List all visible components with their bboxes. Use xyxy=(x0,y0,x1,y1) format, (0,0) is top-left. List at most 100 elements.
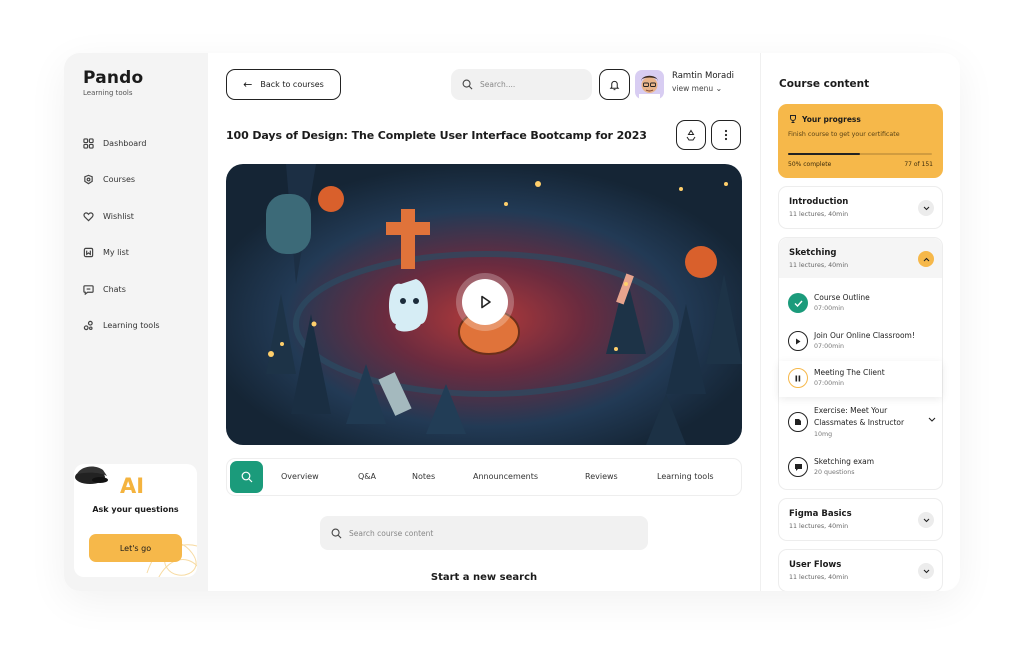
progress-percent: 50% complete xyxy=(788,161,832,168)
graduation-hat-icon xyxy=(75,466,108,484)
brand[interactable]: Pando Learning tools xyxy=(83,68,143,97)
sidebar-item-label: Learning tools xyxy=(103,321,160,331)
play-button[interactable] xyxy=(462,279,508,325)
notifications-button[interactable] xyxy=(599,69,630,100)
lecture-meta: 07:00min xyxy=(814,380,845,387)
courses-icon xyxy=(84,174,93,185)
tab-notes[interactable]: Notes xyxy=(412,472,435,481)
section-sketching[interactable]: Sketching 11 lectures, 40min Course Outl… xyxy=(778,237,943,490)
sidebar-item-label: My list xyxy=(103,248,129,258)
global-search[interactable] xyxy=(451,69,592,100)
sidebar-item-label: Courses xyxy=(103,175,136,185)
tab-search[interactable] xyxy=(230,461,263,493)
progress-card: Your progress Finish course to get your … xyxy=(778,104,943,178)
section-introduction[interactable]: Introduction 11 lectures, 40min xyxy=(778,186,943,229)
search-icon xyxy=(331,528,342,538)
search-icon xyxy=(241,471,252,483)
empty-search-title: Start a new search xyxy=(430,572,538,583)
trophy-icon xyxy=(790,115,796,123)
view-menu-label: view menu xyxy=(672,84,714,93)
sidebar-item-chats[interactable]: Chats xyxy=(83,271,160,308)
lecture-title: Sketching exam xyxy=(814,457,875,466)
lecture-item[interactable]: Course Outline 07:00min xyxy=(779,286,942,322)
search-input[interactable] xyxy=(480,80,580,89)
section-meta: 11 lectures, 40min xyxy=(789,574,849,581)
lecture-item-active[interactable]: Meeting The Client 07:00min xyxy=(779,361,942,397)
ai-title: AI xyxy=(120,474,145,498)
section-title: User Flows xyxy=(789,560,842,570)
exam-icon xyxy=(788,457,808,477)
tab-qa[interactable]: Q&A xyxy=(358,472,376,481)
lecture-meta: 07:00min xyxy=(814,305,845,312)
sidebar-item-learning-tools[interactable]: Learning tools xyxy=(83,308,160,345)
progress-title: Your progress xyxy=(802,114,861,124)
chevron-up-icon[interactable] xyxy=(918,251,934,267)
progress-title-row: Your progress xyxy=(788,114,861,124)
lecture-item[interactable]: Sketching exam 20 questions xyxy=(779,450,942,486)
chevron-down-icon[interactable] xyxy=(918,563,934,579)
tab-reviews[interactable]: Reviews xyxy=(585,472,618,481)
section-meta: 11 lectures, 40min xyxy=(789,262,849,269)
tab-overview[interactable]: Overview xyxy=(281,472,319,481)
more-options-button[interactable] xyxy=(711,120,741,150)
avatar[interactable] xyxy=(635,70,664,99)
lets-go-button[interactable]: Let's go xyxy=(89,534,182,562)
user-name: Ramtin Moradi xyxy=(672,71,734,81)
sidebar-item-label: Wishlist xyxy=(103,211,134,221)
panel-title: Course content xyxy=(779,78,870,90)
sidebar-item-label: Chats xyxy=(103,284,126,294)
lecture-meta: 10mg xyxy=(814,431,833,438)
chevron-down-icon: ⌄ xyxy=(715,84,723,93)
video-player[interactable] xyxy=(226,164,742,445)
chevron-down-icon[interactable] xyxy=(928,417,936,422)
play-icon xyxy=(481,295,491,309)
sidebar-item-my-list[interactable]: My list xyxy=(83,235,160,272)
document-icon xyxy=(788,412,808,432)
brand-subtitle: Learning tools xyxy=(83,89,133,97)
sidebar-item-label: Dashboard xyxy=(103,138,147,148)
back-label: Back to courses xyxy=(260,80,324,89)
progress-count: 77 of 151 xyxy=(904,161,933,168)
app-window: Pando Learning tools Dashboard Courses W… xyxy=(64,53,960,591)
tab-announcements[interactable]: Announcements xyxy=(473,472,538,481)
lecture-title: Course Outline xyxy=(814,293,870,302)
sidebar-item-dashboard[interactable]: Dashboard xyxy=(83,125,160,162)
chevron-down-icon[interactable] xyxy=(918,512,934,528)
sidebar-item-wishlist[interactable]: Wishlist xyxy=(83,198,160,235)
lecture-meta: 07:00min xyxy=(814,343,845,350)
tab-learning-tools[interactable]: Learning tools xyxy=(657,472,714,481)
heart-icon xyxy=(83,212,94,222)
lecture-title: Meeting The Client xyxy=(814,368,885,377)
progress-subtitle: Finish course to get your certificate xyxy=(788,131,900,138)
recycle-icon xyxy=(686,129,696,141)
bell-icon xyxy=(609,80,620,90)
pause-icon xyxy=(788,368,808,388)
more-vertical-icon xyxy=(724,129,728,141)
section-figma-basics[interactable]: Figma Basics 11 lectures, 40min xyxy=(778,498,943,541)
section-meta: 11 lectures, 40min xyxy=(789,523,849,530)
section-title: Introduction xyxy=(789,197,849,207)
ai-question: Ask your questions xyxy=(92,505,179,514)
lecture-item[interactable]: Join Our Online Classroom! 07:00min xyxy=(779,324,942,360)
tools-icon xyxy=(83,321,93,331)
chat-icon xyxy=(83,284,94,295)
lecture-item[interactable]: Exercise: Meet Your Classmates & Instruc… xyxy=(779,399,942,447)
play-icon xyxy=(788,331,808,351)
view-menu-dropdown[interactable]: view menu ⌄ xyxy=(672,84,722,93)
avatar-image xyxy=(639,75,660,99)
lecture-meta: 20 questions xyxy=(814,469,855,476)
back-to-courses-button[interactable]: ← Back to courses xyxy=(226,69,341,100)
share-button[interactable] xyxy=(676,120,706,150)
chevron-down-icon[interactable] xyxy=(918,200,934,216)
section-user-flows[interactable]: User Flows 11 lectures, 40min xyxy=(778,549,943,591)
sidebar-item-courses[interactable]: Courses xyxy=(83,162,160,199)
section-title: Sketching xyxy=(789,248,837,258)
course-content-panel: Course content Your progress Finish cour… xyxy=(760,53,960,591)
sidebar: Pando Learning tools Dashboard Courses W… xyxy=(64,53,208,591)
section-meta: 11 lectures, 40min xyxy=(789,211,849,218)
sidebar-nav: Dashboard Courses Wishlist My list Chats… xyxy=(83,125,160,344)
progress-bar-fill xyxy=(788,153,860,155)
section-title: Figma Basics xyxy=(789,509,852,519)
course-search-input[interactable] xyxy=(349,528,609,538)
course-search[interactable] xyxy=(320,516,648,550)
